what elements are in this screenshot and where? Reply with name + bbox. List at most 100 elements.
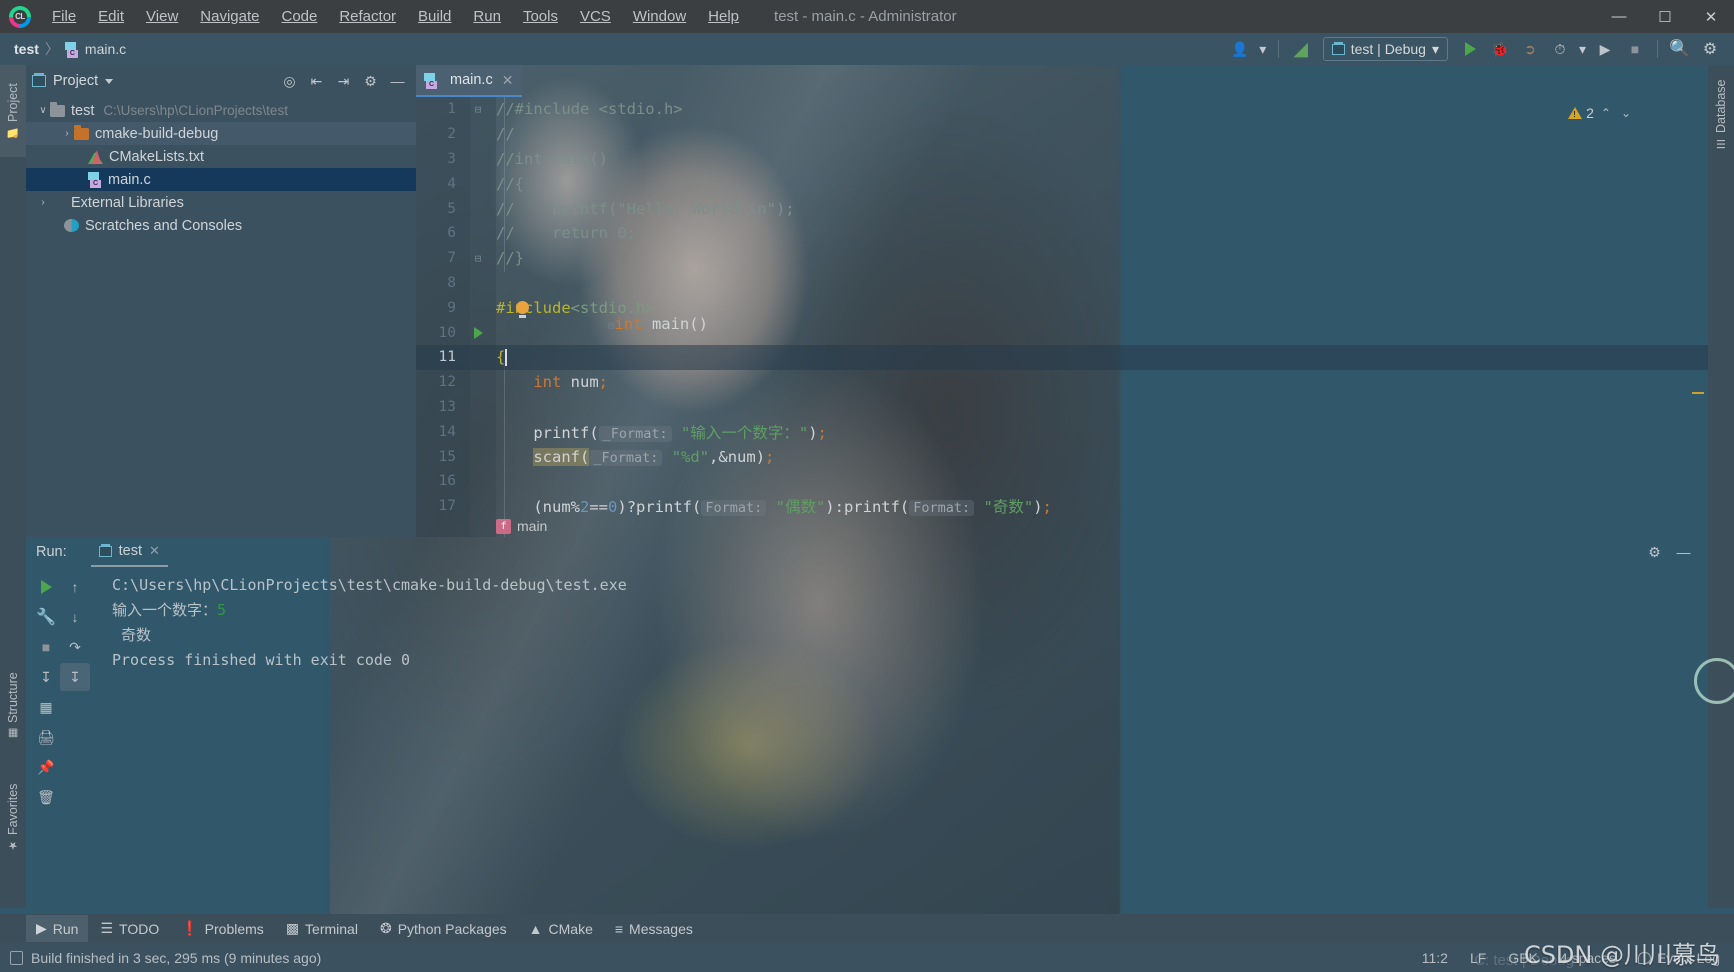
editor-breadcrumb[interactable]: f main [496, 515, 547, 537]
project-view-chevron-down-icon[interactable] [105, 78, 114, 84]
locate-target-icon[interactable]: ◎ [277, 69, 302, 93]
intention-bulb-icon[interactable] [516, 300, 529, 318]
event-log-button[interactable]: Event Log [1637, 950, 1720, 966]
run-icon[interactable] [1456, 36, 1484, 62]
down-icon[interactable]: ↓ [60, 603, 90, 631]
minimize-button[interactable]: — [1596, 0, 1642, 33]
fold-icon[interactable]: ⊟ [475, 103, 482, 116]
menu-run[interactable]: Run [462, 4, 512, 29]
scroll-to-end-icon[interactable]: ↧ [60, 663, 90, 691]
menu-code[interactable]: Code [270, 4, 328, 29]
code-line[interactable]: 12 int num; [416, 370, 1708, 395]
inspection-next-icon[interactable]: ⌄ [1618, 106, 1634, 120]
settings-gear-icon[interactable]: ⚙ [1696, 36, 1724, 62]
chevron-right-icon[interactable]: › [60, 128, 74, 139]
coverage-icon[interactable]: ▶ [1591, 36, 1619, 62]
wrench-icon[interactable]: 🔧 [31, 603, 61, 631]
close-run-tab-icon[interactable]: ✕ [149, 543, 160, 559]
menu-build[interactable]: Build [407, 4, 462, 29]
user-icon[interactable]: 👤 [1226, 36, 1254, 62]
gutter-marks[interactable] [460, 326, 496, 339]
breadcrumb-project[interactable]: test [14, 41, 39, 57]
maximize-button[interactable]: ☐ [1642, 0, 1688, 33]
menu-refactor[interactable]: Refactor [328, 4, 407, 29]
gutter-marks[interactable]: ⊟ [460, 252, 496, 265]
code-line[interactable]: 7 ⊟ //} [416, 246, 1708, 271]
sidebar-item-project[interactable]: 📁 Project [0, 65, 26, 157]
tree-item-scratches[interactable]: Scratches and Consoles [26, 214, 416, 237]
run-configuration-selector[interactable]: test | Debug ▾ [1322, 37, 1448, 61]
build-hammer-icon[interactable]: ◢ [1287, 36, 1315, 62]
rerun-icon[interactable] [31, 573, 61, 601]
collapse-all-icon[interactable]: ⇥ [331, 69, 356, 93]
tree-item-cmakelists[interactable]: CMakeLists.txt [26, 145, 416, 168]
bottom-tab-problems[interactable]: ❗ Problems [171, 915, 274, 942]
menu-navigate[interactable]: Navigate [189, 4, 270, 29]
chevron-right-icon[interactable]: › [36, 197, 50, 208]
menu-edit[interactable]: Edit [87, 4, 135, 29]
console-output[interactable]: C:\Users\hp\CLionProjects\test\cmake-bui… [90, 567, 1708, 832]
bottom-tab-python-packages[interactable]: ❂ Python Packages [370, 915, 517, 942]
editor-tab-main-c[interactable]: main.c ✕ [416, 65, 523, 97]
chevron-down-icon[interactable]: ▾ [1256, 36, 1270, 62]
chevron-down-icon[interactable]: ∨ [36, 105, 50, 116]
code-line[interactable]: 3 //int main() [416, 147, 1708, 172]
scroll-end-icon[interactable]: ↧ [31, 663, 61, 691]
debug-icon[interactable]: 🐞 [1486, 36, 1514, 62]
expand-all-icon[interactable]: ⇤ [304, 69, 329, 93]
bottom-tab-todo[interactable]: ☰ TODO [90, 915, 169, 942]
gutter-marks[interactable]: ⊟ [460, 103, 496, 116]
profile-icon[interactable]: ⏱ [1546, 36, 1574, 62]
code-line[interactable]: 2 // [416, 122, 1708, 147]
soft-wrap-icon[interactable]: ↷ [60, 633, 90, 661]
attach-icon[interactable]: ➲ [1516, 36, 1544, 62]
code-line[interactable]: 10 ⊟int main() [416, 300, 1708, 345]
up-icon[interactable]: ↑ [60, 573, 90, 601]
trash-icon[interactable]: 🗑 [31, 783, 61, 811]
hide-run-panel-icon[interactable]: — [1671, 540, 1696, 564]
bottom-tab-cmake[interactable]: ▲ CMake [519, 915, 603, 942]
sidebar-item-database[interactable]: ☰ Database [1708, 65, 1734, 165]
search-icon[interactable]: 🔍 [1666, 36, 1694, 62]
bottom-tab-run[interactable]: ▶ Run [26, 915, 89, 942]
code-line[interactable]: 16 [416, 469, 1708, 494]
bottom-tab-terminal[interactable]: ▩ Terminal [276, 915, 368, 942]
menu-file[interactable]: File [41, 4, 87, 29]
run-settings-gear-icon[interactable]: ⚙ [1642, 540, 1667, 564]
close-button[interactable]: ✕ [1688, 0, 1734, 33]
code-line[interactable]: 5 // printf("Hello, World!\n"); [416, 196, 1708, 221]
tree-item-cmake-build-debug[interactable]: › cmake-build-debug [26, 122, 416, 145]
code-line[interactable]: 13 [416, 395, 1708, 420]
tree-item-external-libraries[interactable]: › External Libraries [26, 191, 416, 214]
code-editor[interactable]: 1 ⊟ //#include <stdio.h> 2 // 3 //int ma… [416, 97, 1708, 537]
stop-icon[interactable]: ■ [1621, 36, 1649, 62]
code-line[interactable]: 1 ⊟ //#include <stdio.h> [416, 97, 1708, 122]
bottom-tab-messages[interactable]: ≡ Messages [605, 915, 703, 942]
tree-item-test[interactable]: ∨ test C:\Users\hp\CLionProjects\test [26, 99, 416, 122]
run-tab-test[interactable]: test ✕ [90, 537, 168, 567]
code-line[interactable]: 8 [416, 271, 1708, 296]
fold-icon[interactable]: ⊟ [608, 319, 615, 332]
sidebar-item-favorites[interactable]: ★ Favorites [0, 765, 26, 870]
close-tab-icon[interactable]: ✕ [502, 72, 514, 89]
profile-chevron-down-icon[interactable]: ▾ [1576, 36, 1589, 62]
inspection-prev-icon[interactable]: ⌃ [1598, 106, 1614, 120]
project-gear-icon[interactable]: ⚙ [358, 69, 383, 93]
breadcrumb-file[interactable]: main.c [85, 41, 126, 57]
print-icon[interactable]: 🖨 [31, 723, 61, 751]
menu-view[interactable]: View [135, 4, 189, 29]
inspection-widget[interactable]: 2 ⌃ ⌄ [1568, 105, 1634, 121]
menu-tools[interactable]: Tools [512, 4, 569, 29]
run-gutter-icon[interactable] [473, 326, 483, 339]
grid-icon[interactable]: ▦ [31, 693, 61, 721]
sidebar-item-structure[interactable]: ▦ Structure [0, 655, 26, 757]
menu-help[interactable]: Help [697, 4, 750, 29]
menu-window[interactable]: Window [622, 4, 697, 29]
code-line[interactable]: 17 (num%2==0)?printf(Format: "偶数"):print… [416, 494, 1708, 519]
stop-icon[interactable]: ■ [31, 633, 61, 661]
menu-vcs[interactable]: VCS [569, 4, 622, 29]
fold-icon[interactable]: ⊟ [475, 252, 482, 265]
caret-position[interactable]: 11:2 [1422, 950, 1448, 966]
code-line[interactable]: 15 scanf(_Format: "%d",&num); [416, 444, 1708, 469]
code-line[interactable]: 14 printf(_Format: "输入一个数字："); [416, 419, 1708, 444]
